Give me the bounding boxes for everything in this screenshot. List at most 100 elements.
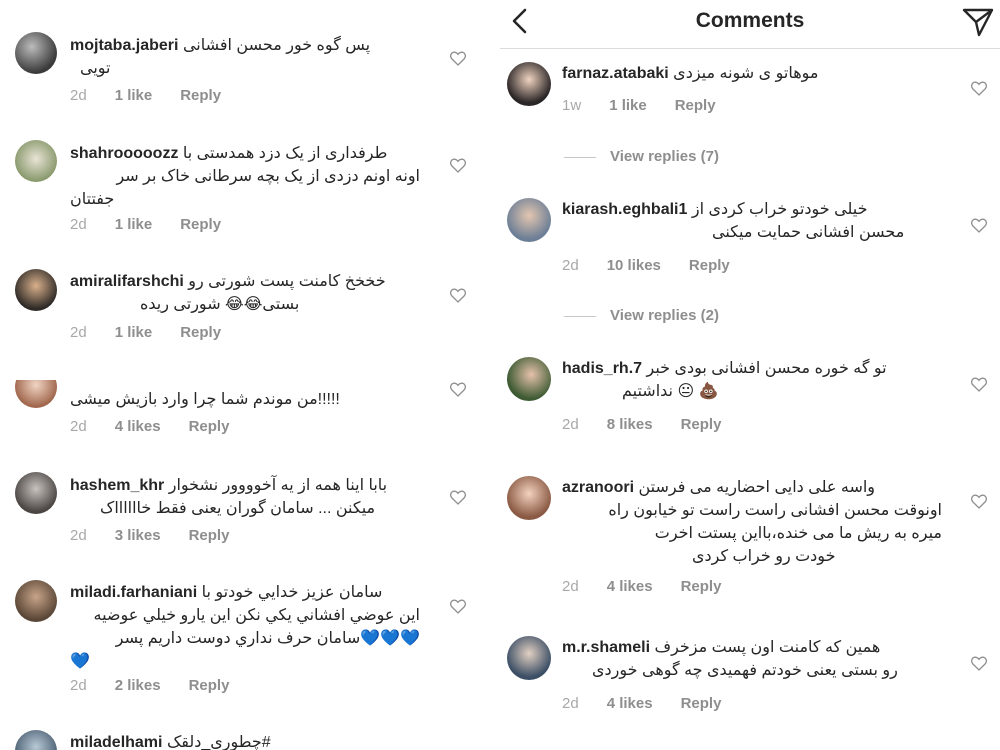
reply-button[interactable]: Reply bbox=[189, 677, 230, 694]
comment-meta: 2d 3 likes Reply bbox=[70, 527, 257, 544]
comment-username[interactable]: kiarash.eghbali1 bbox=[562, 201, 687, 218]
comment-time: 2d bbox=[70, 527, 87, 544]
right-comments-panel: Comments farnaz.atabaki موهاتو ی شونه می… bbox=[500, 0, 1000, 750]
avatar[interactable] bbox=[15, 472, 57, 514]
avatar[interactable] bbox=[507, 62, 551, 106]
comment-text: amiralifarshchi خخخخ کامنت پست شورتی رو … bbox=[70, 270, 420, 316]
comment-text: kiarash.eghbali1 خیلی خودتو خراب کردی از… bbox=[562, 198, 932, 244]
comments-header: Comments bbox=[500, 0, 1000, 49]
like-count[interactable]: 4 likes bbox=[607, 695, 653, 712]
comment-time: 2d bbox=[562, 416, 579, 433]
reply-button[interactable]: Reply bbox=[675, 97, 716, 114]
avatar[interactable] bbox=[507, 476, 551, 520]
comment-body: محسن افشانی حمایت میکنی bbox=[712, 224, 905, 241]
left-comments-panel: mojtaba.jaberi پس گوه خور محسن افشانی تو… bbox=[0, 0, 493, 750]
comment-body: میکنن ... سامان گوران یعنی فقط خااااااک bbox=[100, 500, 376, 517]
comment-body: سامان عزيز خدايي خودتو با bbox=[201, 584, 383, 601]
comment-text: !!!!!من موندم شما چرا وارد بازیش میشی bbox=[70, 388, 370, 411]
screenshot-seam bbox=[0, 366, 493, 380]
comment-text: hashem_khr بابا اینا همه از یه آخوووور ن… bbox=[70, 474, 420, 520]
comment-text: farnaz.atabaki موهاتو ی شونه میزدی bbox=[562, 62, 922, 85]
reply-button[interactable]: Reply bbox=[180, 216, 221, 233]
comment-meta: 2d 4 likes Reply bbox=[562, 695, 749, 712]
comment-body: خخخخ کامنت پست شورتی رو bbox=[188, 273, 386, 290]
like-count[interactable]: 1 like bbox=[115, 216, 153, 233]
comment-username[interactable]: mojtaba.jaberi bbox=[70, 37, 178, 54]
reply-button[interactable]: Reply bbox=[681, 578, 722, 595]
reply-button[interactable]: Reply bbox=[189, 418, 230, 435]
comment-username[interactable]: miladelhami bbox=[70, 734, 162, 750]
comment-body: #چطوری_دلقک bbox=[166, 734, 271, 750]
comment-meta: 2d 1 like Reply bbox=[70, 216, 249, 233]
like-count[interactable]: 1 like bbox=[609, 97, 647, 114]
like-count[interactable]: 4 likes bbox=[607, 578, 653, 595]
reply-button[interactable]: Reply bbox=[180, 87, 221, 104]
avatar[interactable] bbox=[507, 198, 551, 242]
like-count[interactable]: 4 likes bbox=[115, 418, 161, 435]
comment-username[interactable]: farnaz.atabaki bbox=[562, 65, 669, 82]
view-replies-button[interactable]: View replies (2) bbox=[564, 307, 719, 324]
comment-body: خیلی خودتو خراب کردی از bbox=[691, 201, 868, 218]
comment-time: 2d bbox=[562, 578, 579, 595]
send-icon[interactable] bbox=[960, 4, 996, 40]
comment-time: 2d bbox=[562, 695, 579, 712]
comment-time: 1w bbox=[562, 97, 582, 114]
comment-body: پس گوه خور محسن افشانی bbox=[182, 37, 371, 54]
comment-username[interactable]: azranoori bbox=[562, 479, 634, 496]
comment-body: !!!!!من موندم شما چرا وارد بازیش میشی bbox=[70, 391, 340, 408]
heart-icon[interactable] bbox=[449, 598, 467, 614]
comment-meta: 2d 10 likes Reply bbox=[562, 257, 758, 274]
reply-button[interactable]: Reply bbox=[180, 324, 221, 341]
comment-text: hadis_rh.7 تو گه خوره محسن افشانی بودی خ… bbox=[562, 357, 942, 403]
reply-button[interactable]: Reply bbox=[681, 416, 722, 433]
comment-meta: 2d 1 like Reply bbox=[70, 87, 249, 104]
comment-body: واسه علی دایی احضاریه می فرستن bbox=[638, 479, 876, 496]
panel-gutter bbox=[493, 0, 500, 750]
reply-button[interactable]: Reply bbox=[681, 695, 722, 712]
comment-meta: 2d 1 like Reply bbox=[70, 324, 249, 341]
reply-button[interactable]: Reply bbox=[689, 257, 730, 274]
avatar[interactable] bbox=[15, 580, 57, 622]
avatar[interactable] bbox=[15, 32, 57, 74]
reply-button[interactable]: Reply bbox=[189, 527, 230, 544]
comment-time: 2d bbox=[562, 257, 579, 274]
comment-username[interactable]: miladi.farhaniani bbox=[70, 584, 197, 601]
comment-body: 💩 😐 نداشتیم bbox=[622, 383, 719, 400]
avatar[interactable] bbox=[507, 357, 551, 401]
like-count[interactable]: 1 like bbox=[115, 324, 153, 341]
avatar[interactable] bbox=[15, 140, 57, 182]
heart-icon[interactable] bbox=[449, 50, 467, 66]
comment-time: 2d bbox=[70, 216, 87, 233]
comment-username[interactable]: hadis_rh.7 bbox=[562, 360, 642, 377]
comment-body: تویی bbox=[80, 60, 111, 77]
heart-icon[interactable] bbox=[449, 287, 467, 303]
heart-icon[interactable] bbox=[449, 157, 467, 173]
avatar[interactable] bbox=[15, 269, 57, 311]
comment-username[interactable]: m.r.shameli bbox=[562, 639, 650, 656]
heart-icon[interactable] bbox=[970, 655, 988, 671]
comment-time: 2d bbox=[70, 87, 87, 104]
comment-text: azranoori واسه علی دایی احضاریه می فرستن… bbox=[562, 476, 942, 568]
heart-icon[interactable] bbox=[970, 493, 988, 509]
comment-text: m.r.shameli همین که کامنت اون پست مزخرف … bbox=[562, 636, 942, 682]
like-count[interactable]: 10 likes bbox=[607, 257, 661, 274]
comment-time: 2d bbox=[70, 324, 87, 341]
heart-icon[interactable] bbox=[970, 376, 988, 392]
avatar[interactable] bbox=[15, 730, 57, 750]
heart-icon[interactable] bbox=[449, 381, 467, 397]
heart-icon[interactable] bbox=[449, 489, 467, 505]
like-count[interactable]: 3 likes bbox=[115, 527, 161, 544]
avatar[interactable] bbox=[507, 636, 551, 680]
like-count[interactable]: 8 likes bbox=[607, 416, 653, 433]
comment-username[interactable]: amiralifarshchi bbox=[70, 273, 184, 290]
heart-icon[interactable] bbox=[970, 217, 988, 233]
like-count[interactable]: 2 likes bbox=[115, 677, 161, 694]
comment-username[interactable]: shahrooooozz bbox=[70, 145, 178, 162]
comment-username[interactable]: hashem_khr bbox=[70, 477, 164, 494]
like-count[interactable]: 1 like bbox=[115, 87, 153, 104]
heart-icon[interactable] bbox=[970, 80, 988, 96]
view-replies-button[interactable]: View replies (7) bbox=[564, 148, 719, 165]
comment-body: اين عوضي افشاني يكي نكن اين يارو خيلي عو… bbox=[93, 607, 420, 624]
comment-body: 💙💙💙سامان حرف نداري دوست داريم پسر bbox=[115, 630, 420, 647]
comment-body: اونه اونم دزدی از یک بچه سرطانی خاک بر س… bbox=[116, 168, 420, 185]
